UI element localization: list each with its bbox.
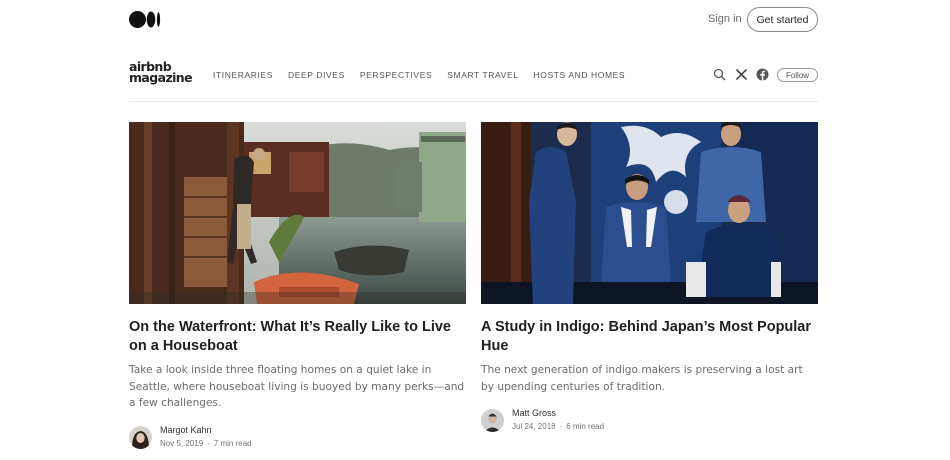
author-info: Matt Gross Jul 24, 2018 · 6 min read (512, 407, 604, 431)
avatar[interactable] (481, 409, 504, 432)
article-author-row: Matt Gross Jul 24, 2018 · 6 min read (481, 407, 818, 432)
publication-logo-line2: magazine (129, 70, 193, 85)
top-bar: Sign in Get started (0, 0, 950, 40)
author-name[interactable]: Margot Kahn (160, 425, 252, 435)
article-image-houseboat[interactable] (129, 122, 466, 304)
get-started-button[interactable]: Get started (747, 7, 818, 32)
follow-button[interactable]: Follow (777, 68, 818, 82)
read-time: 7 min read (213, 438, 252, 448)
article-date: Nov 5, 2019 (160, 438, 204, 448)
publication-nav: airbnb magazine ITINERARIES DEEP DIVES P… (129, 60, 818, 102)
article-subtitle: Take a look inside three floating homes … (129, 364, 465, 409)
article-date: Jul 24, 2018 (512, 422, 556, 431)
nav-itineraries[interactable]: ITINERARIES (213, 70, 273, 80)
article-meta: Jul 24, 2018 · 6 min read (512, 422, 604, 431)
nav-hosts-and-homes[interactable]: HOSTS AND HOMES (534, 70, 626, 80)
read-time: 6 min read (566, 422, 605, 431)
author-info: Margot Kahn Nov 5, 2019 · 7 min read (160, 424, 252, 448)
article-subtitle: The next generation of indigo makers is … (481, 364, 803, 393)
article-author-row: Margot Kahn Nov 5, 2019 · 7 min read (129, 424, 466, 449)
sign-in-link[interactable]: Sign in (708, 13, 742, 25)
article-meta: Nov 5, 2019 · 7 min read (160, 439, 252, 448)
article-image-indigo[interactable] (481, 122, 818, 304)
nav-perspectives[interactable]: PERSPECTIVES (360, 70, 432, 80)
article-card-indigo: A Study in Indigo: Behind Japan’s Most P… (481, 122, 818, 432)
article-title[interactable]: On the Waterfront: What It’s Really Like… (129, 318, 466, 356)
publication-logo[interactable]: airbnb magazine (129, 60, 195, 85)
author-name[interactable]: Matt Gross (512, 408, 604, 418)
x-icon[interactable] (735, 68, 748, 81)
avatar[interactable] (129, 425, 152, 449)
meta-separator: · (207, 438, 210, 448)
article-card-houseboat: On the Waterfront: What It’s Really Like… (129, 122, 466, 449)
meta-separator: · (559, 422, 563, 431)
facebook-icon[interactable] (756, 68, 769, 81)
medium-logo[interactable] (129, 11, 161, 28)
nav-smart-travel[interactable]: SMART TRAVEL (447, 70, 518, 80)
article-title[interactable]: A Study in Indigo: Behind Japan’s Most P… (481, 318, 818, 356)
search-icon[interactable] (713, 68, 726, 81)
nav-deep-dives[interactable]: DEEP DIVES (288, 70, 345, 80)
nav-links: ITINERARIES DEEP DIVES PERSPECTIVES SMAR… (213, 70, 625, 80)
